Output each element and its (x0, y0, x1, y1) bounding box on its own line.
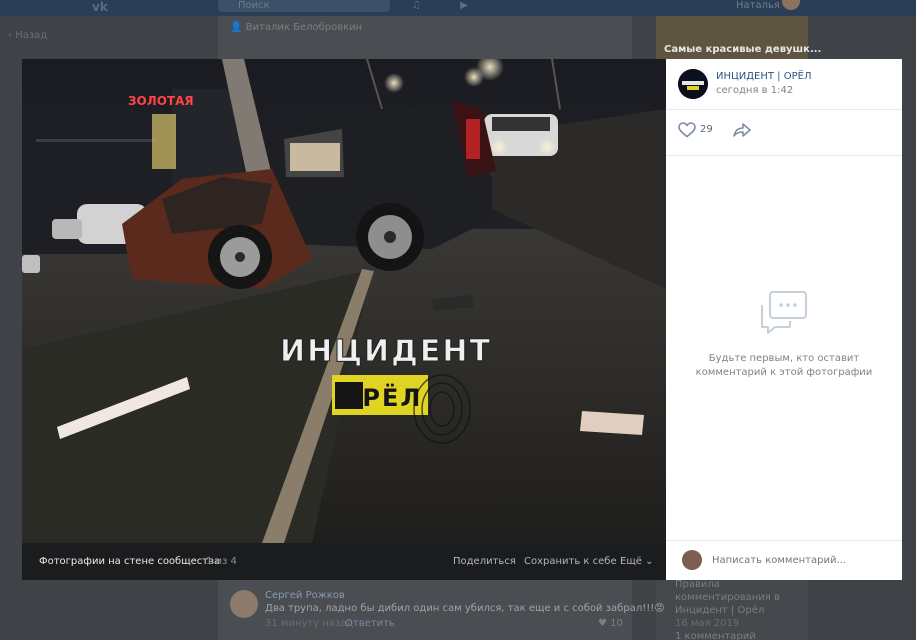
comments-icon (760, 291, 808, 335)
more-button[interactable]: Ещё ⌄ (620, 556, 653, 567)
header-icons: ♫ ▶ (412, 0, 486, 11)
group-avatar[interactable] (678, 69, 708, 99)
save-button[interactable]: Сохранить к себе (524, 556, 617, 567)
chevron-down-icon: ⌄ (645, 556, 654, 567)
comment-input[interactable] (712, 550, 892, 570)
rules-block[interactable]: Правила комментирования в Инцидент | Орё… (675, 578, 815, 640)
comment-likes[interactable]: ♥ 10 (598, 618, 623, 629)
comment-author[interactable]: Сергей Рожков (265, 590, 345, 601)
post-author[interactable]: 👤 Виталик Белобровкин (230, 22, 362, 33)
post-date[interactable]: сегодня в 1:42 (716, 85, 793, 96)
my-avatar[interactable] (682, 550, 702, 570)
divider (666, 155, 902, 156)
top-header: vk Поиск ♫ ▶ Наталья (0, 0, 916, 16)
vk-logo-icon: vk (92, 0, 108, 14)
search-input[interactable]: Поиск (218, 0, 390, 12)
comment-reply-link[interactable]: Ответить (345, 618, 395, 629)
comment-avatar[interactable] (230, 590, 258, 618)
rules-title[interactable]: Правила комментирования в Инцидент | Орё… (675, 578, 815, 617)
share-icon[interactable] (733, 122, 751, 138)
header-user-name[interactable]: Наталья (736, 0, 780, 11)
share-arrow-icon (733, 123, 751, 137)
comment-time[interactable]: 31 минуту назад (265, 618, 353, 629)
header-avatar[interactable] (782, 0, 800, 10)
group-name-link[interactable]: ИНЦИДЕНТ | ОРЁЛ (716, 71, 811, 82)
comment-text: Два трупа, ладно бы дибил один сам убилс… (265, 603, 665, 614)
photo-viewer: ЗОЛОТАЯ ИНЦИДЕНТ ОРЁЛ Фотографии на стен… (22, 59, 902, 580)
photo-counter: 1 из 4 (206, 556, 237, 567)
empty-comments-text: Будьте первым, кто оставит комментарий к… (695, 353, 873, 378)
like-count: 29 (700, 124, 713, 135)
sidebar-promo-title[interactable]: Самые красивые девушк... (664, 44, 821, 55)
watermark-city: ОРЁЛ (340, 383, 422, 412)
photo-bottom-bar: Фотографии на стене сообщества 1 из 4 По… (22, 543, 666, 580)
accident-photo: ЗОЛОТАЯ ИНЦИДЕНТ ОРЁЛ (22, 59, 666, 543)
heart-icon (678, 122, 696, 138)
photo-area[interactable]: ЗОЛОТАЯ ИНЦИДЕНТ ОРЁЛ (22, 59, 666, 543)
divider (666, 540, 902, 541)
watermark-title: ИНЦИДЕНТ (280, 334, 492, 369)
share-button[interactable]: Поделиться (453, 556, 516, 567)
info-panel: ИНЦИДЕНТ | ОРЁЛ сегодня в 1:42 29 Будьте (666, 59, 902, 580)
back-link[interactable]: ‹ Назад (8, 30, 47, 41)
group-logo-icon (678, 69, 708, 99)
divider (666, 109, 902, 110)
album-link[interactable]: Фотографии на стене сообщества (39, 556, 220, 567)
rules-date: 16 мая 2019 (675, 618, 740, 629)
sign-text: ЗОЛОТАЯ (128, 94, 194, 108)
rules-comments[interactable]: 1 комментарий (675, 630, 815, 640)
